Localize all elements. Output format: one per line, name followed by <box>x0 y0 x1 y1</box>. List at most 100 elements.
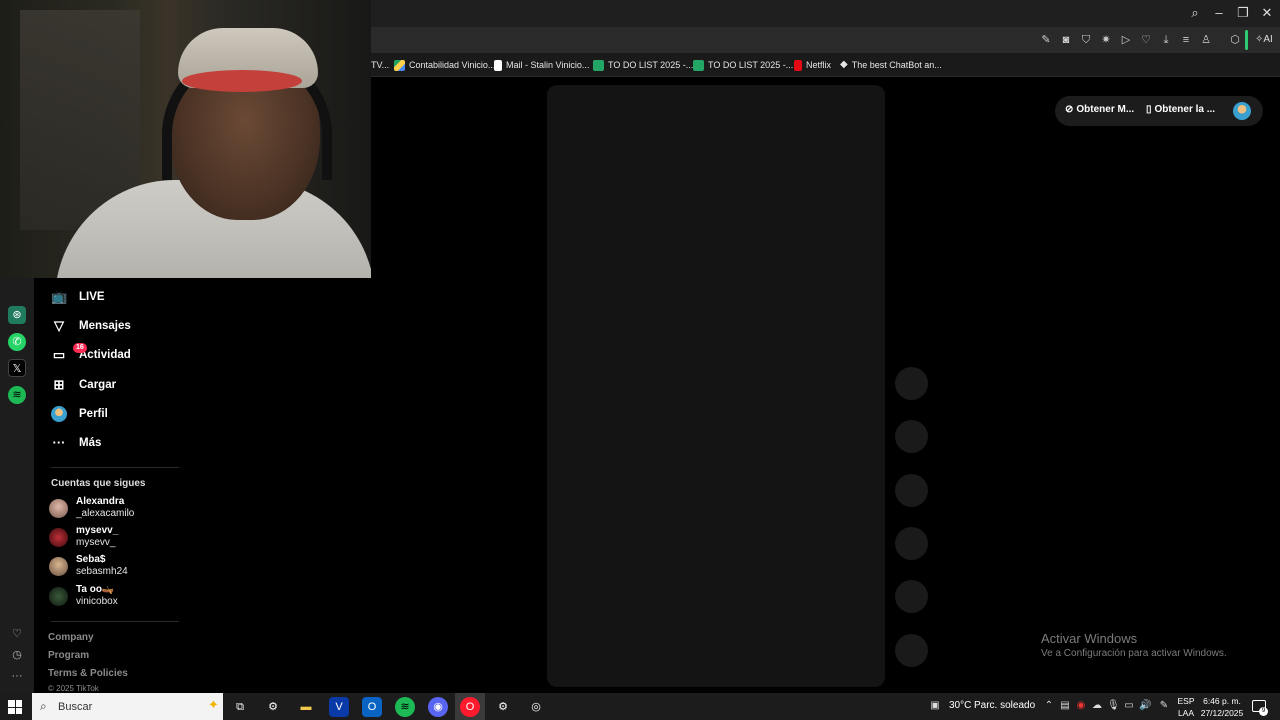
drive-icon <box>394 59 405 71</box>
spotify-icon[interactable]: ≋ <box>8 386 26 404</box>
file-explorer-icon[interactable]: ▬ <box>296 697 316 717</box>
clock-time: 6:46 p. m. <box>1203 696 1241 706</box>
nav-item-more[interactable]: ··· Más <box>51 432 102 454</box>
taskbar: ⌕ Buscar ✦ ⧉ ⚙ ▬ V O ≋ ◉ O ⚙ ◎ ▣ 30°C Pa… <box>0 693 1280 720</box>
messages-icon: ▽ <box>54 318 64 333</box>
nav-item-messages[interactable]: ▽ Mensajes <box>51 315 131 337</box>
account-username: sebasmh24 <box>76 566 128 577</box>
chatgpt-icon[interactable]: ⊛ <box>8 306 26 324</box>
heart-icon[interactable]: ♡ <box>1139 33 1153 47</box>
extension-icon[interactable]: ✷ <box>1099 33 1113 47</box>
whatsapp-icon[interactable]: ✆ <box>8 333 26 351</box>
language-indicator[interactable]: ESP LAA <box>1176 695 1196 719</box>
bookmark-item[interactable]: TO DO LIST 2025 -... <box>693 57 793 73</box>
following-heading: Cuentas que sigues <box>51 478 146 489</box>
menu-icon[interactable]: ≡ <box>1179 33 1193 47</box>
cube-icon[interactable]: ⬡ <box>1228 33 1242 47</box>
notification-badge: 16 <box>73 343 87 353</box>
search-icon[interactable]: ⌕ <box>1186 5 1204 21</box>
bookmark-item[interactable]: Mail - Stalin Vinicio... <box>494 57 589 73</box>
close-icon[interactable]: ✕ <box>1258 5 1276 21</box>
sidebar-rail: ⊛ ✆ 𝕏 ≋ ♡ ◷ ··· <box>0 278 34 693</box>
outlook-icon[interactable]: O <box>362 697 382 717</box>
nav-label: Más <box>79 437 102 449</box>
heart-icon[interactable]: ♡ <box>10 627 24 641</box>
followed-account[interactable]: Ta oo🛶 vinicobox <box>49 583 118 609</box>
windows-start-icon[interactable] <box>8 700 22 714</box>
nav-label: Perfil <box>79 408 108 420</box>
history-icon[interactable]: ◷ <box>10 648 24 662</box>
steam-icon[interactable]: ⚙ <box>493 697 513 717</box>
diamond-icon: ◆ <box>840 59 848 70</box>
bookmark-item[interactable]: Netflix <box>794 57 831 73</box>
opera-icon[interactable]: O <box>460 697 480 717</box>
clock[interactable]: 6:46 p. m. 27/12/2025 <box>1200 695 1244 719</box>
action-button[interactable] <box>895 634 928 667</box>
bookmark-item[interactable]: ◆ The best ChatBot an... <box>840 57 942 73</box>
comment-button[interactable] <box>895 420 928 453</box>
share-button[interactable] <box>895 527 928 560</box>
weather-icon: ▣ <box>930 700 940 711</box>
weather-temp[interactable]: 30°C <box>949 700 971 711</box>
restore-icon[interactable]: ❐ <box>1234 5 1252 21</box>
bookmark-label: TO DO LIST 2025 -... <box>708 60 794 70</box>
tray-app-icon[interactable]: ▤ <box>1059 700 1071 712</box>
clock-date: 27/12/2025 <box>1200 708 1244 718</box>
avatar <box>49 556 68 576</box>
copyright: © 2025 TikTok <box>48 684 99 693</box>
avatar <box>49 498 68 518</box>
play-icon[interactable]: ▷ <box>1119 33 1133 47</box>
action-button[interactable] <box>895 580 928 613</box>
task-view-icon[interactable]: ⧉ <box>230 697 250 717</box>
search-placeholder: Buscar <box>58 701 93 713</box>
minimize-icon[interactable]: – <box>1210 5 1228 21</box>
nav-item-profile[interactable]: Perfil <box>51 403 108 425</box>
nav-item-upload[interactable]: ⊞ Cargar <box>51 374 117 396</box>
tray-app-icon[interactable]: ◉ <box>1075 700 1087 712</box>
x-icon[interactable]: 𝕏 <box>8 359 26 377</box>
bookmark-item[interactable]: Contabilidad Vinicio... <box>394 57 495 73</box>
nav-item-live[interactable]: 📺 LIVE <box>51 286 105 308</box>
get-app-button[interactable]: ▯ Obtener la ... <box>1146 104 1215 115</box>
account-icon[interactable]: ♙ <box>1199 33 1213 47</box>
avatar <box>49 527 68 547</box>
search-icon: ⌕ <box>40 699 47 713</box>
camera-icon[interactable]: ◙ <box>1059 33 1073 47</box>
video-player[interactable] <box>547 85 885 687</box>
more-icon[interactable]: ··· <box>10 669 24 683</box>
get-coins-button[interactable]: ⊘ Obtener M... <box>1065 104 1134 115</box>
download-icon[interactable]: ⤓ <box>1159 33 1173 47</box>
app-icon[interactable]: V <box>329 697 349 717</box>
volume-icon[interactable]: 🔊 <box>1139 700 1151 712</box>
followed-account[interactable]: Alexandra _alexacamilo <box>49 495 134 521</box>
spotify-icon[interactable]: ≋ <box>395 697 415 717</box>
onedrive-icon[interactable]: ☁ <box>1091 700 1103 712</box>
avatar[interactable] <box>1233 102 1251 120</box>
ai-button[interactable]: ✧AI <box>1255 32 1279 48</box>
weather-desc[interactable]: Parc. soleado <box>974 700 1035 711</box>
app-icon[interactable]: ◎ <box>526 697 546 717</box>
microphone-icon[interactable]: 🎙 <box>1107 700 1120 712</box>
bookmark-item[interactable]: TO DO LIST 2025 -... <box>593 57 693 73</box>
footer-link-company[interactable]: Company <box>48 632 94 643</box>
footer-link-program[interactable]: Program <box>48 650 89 661</box>
account-name: Seba$ <box>76 554 106 565</box>
pen-icon[interactable]: ✎ <box>1158 700 1170 712</box>
nav-item-activity[interactable]: ▭ 16 Actividad <box>51 343 131 366</box>
chevron-up-icon[interactable]: ⌃ <box>1043 700 1055 712</box>
account-name: mysevv_ <box>76 525 119 536</box>
steam-icon[interactable]: ⚙ <box>263 697 283 717</box>
like-button[interactable] <box>895 367 928 400</box>
shield-icon[interactable]: ⛉ <box>1079 33 1093 47</box>
followed-account[interactable]: mysevv_ mysevv_ <box>49 524 118 550</box>
discord-icon[interactable]: ◉ <box>428 697 448 717</box>
button-label: Obtener la ... <box>1154 104 1216 115</box>
network-icon[interactable]: ▭ <box>1123 700 1135 712</box>
taskbar-search[interactable]: ⌕ Buscar ✦ <box>32 693 223 720</box>
bookmark-item[interactable]: TV... <box>371 57 389 73</box>
webcam-overlay <box>0 0 371 278</box>
edit-icon[interactable]: ✎ <box>1039 33 1053 47</box>
followed-account[interactable]: Seba$ sebasmh24 <box>49 553 128 579</box>
bookmark-button[interactable] <box>895 474 928 507</box>
footer-link-terms[interactable]: Terms & Policies <box>48 668 128 679</box>
